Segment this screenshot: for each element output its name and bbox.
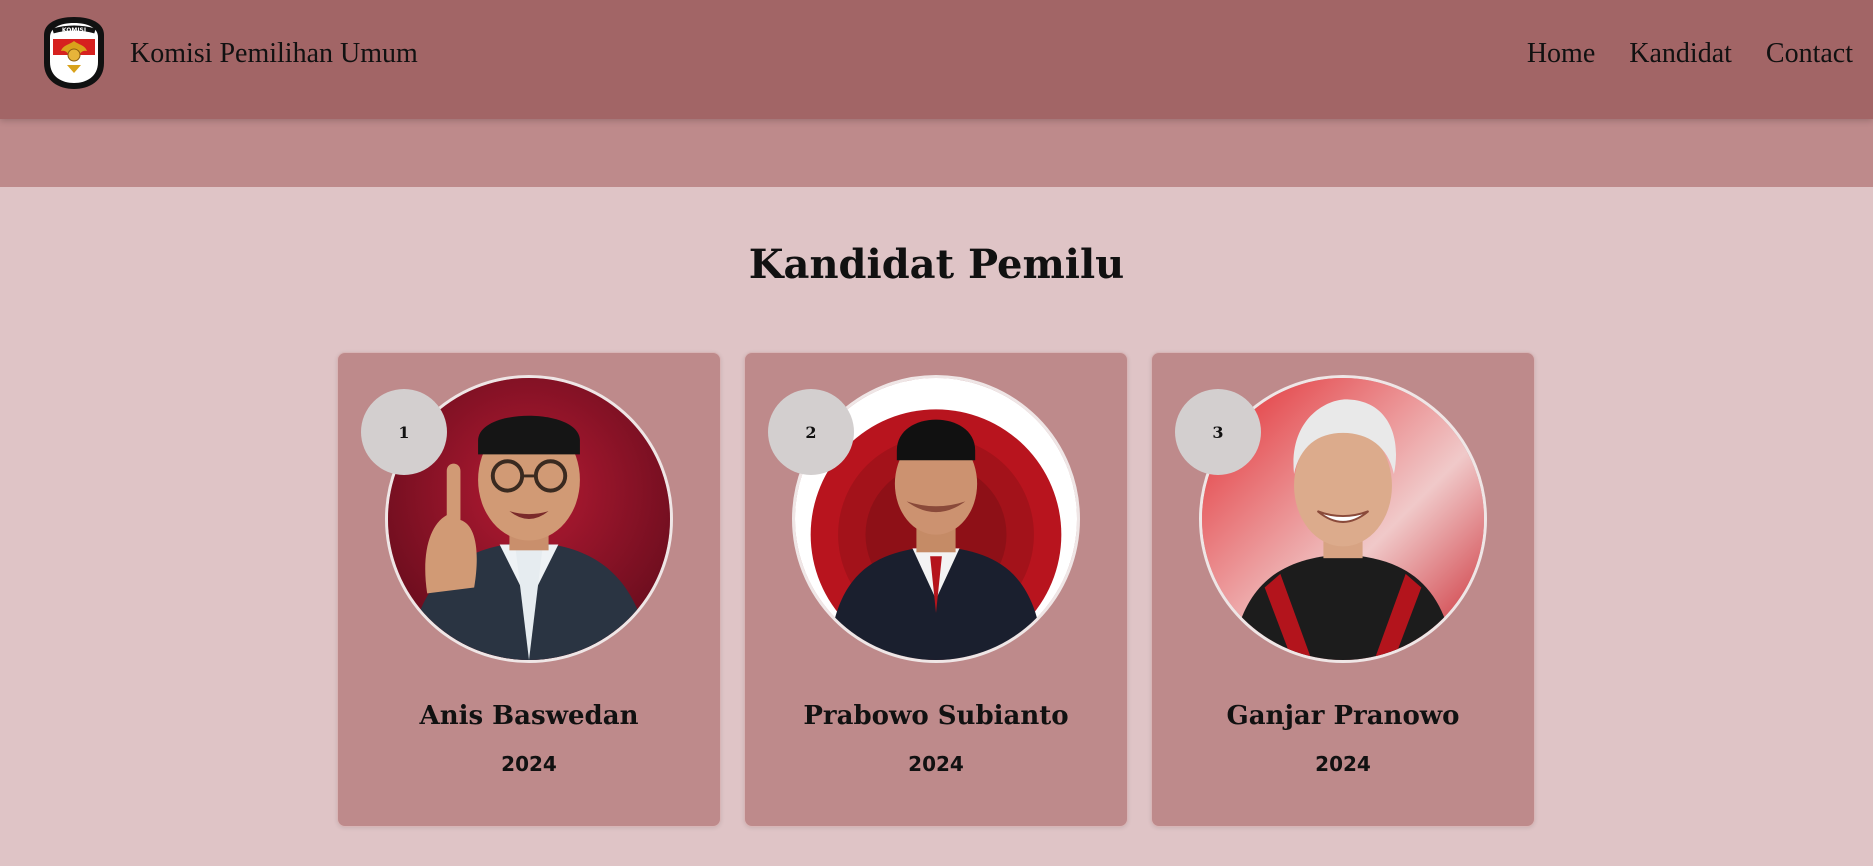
main-nav: Home Kandidat Contact bbox=[1527, 37, 1853, 71]
candidate-name: Ganjar Pranowo bbox=[1226, 701, 1460, 731]
nav-home-link[interactable]: Home bbox=[1527, 37, 1595, 71]
logo-top-text: KOMISI bbox=[62, 27, 86, 34]
nav-contact-link[interactable]: Contact bbox=[1766, 37, 1853, 71]
nav-kandidat-link[interactable]: Kandidat bbox=[1629, 37, 1732, 71]
candidate-card-1[interactable]: 1 Anis Baswedan 2024 bbox=[337, 352, 721, 827]
candidate-number-badge: 2 bbox=[768, 389, 854, 475]
brand-title[interactable]: Komisi Pemilihan Umum bbox=[130, 37, 418, 71]
candidate-year: 2024 bbox=[908, 752, 964, 776]
candidate-name: Anis Baswedan bbox=[419, 701, 639, 731]
hero-band bbox=[0, 119, 1873, 187]
candidate-name: Prabowo Subianto bbox=[803, 701, 1069, 731]
candidate-card-2[interactable]: 2 Prabowo Subianto 2024 bbox=[744, 352, 1128, 827]
page-title: Kandidat Pemilu bbox=[748, 241, 1125, 288]
navbar: KOMISI PEMILIHAN UMUM Komisi Pemilihan U… bbox=[0, 0, 1873, 119]
candidate-number-badge: 1 bbox=[361, 389, 447, 475]
candidate-card-3[interactable]: 3 Ganjar Pranowo 2024 bbox=[1151, 352, 1535, 827]
candidate-year: 2024 bbox=[1315, 752, 1371, 776]
candidate-year: 2024 bbox=[501, 752, 557, 776]
candidate-number-badge: 3 bbox=[1175, 389, 1261, 475]
kpu-logo[interactable]: KOMISI PEMILIHAN UMUM bbox=[41, 15, 107, 91]
kpu-logo-icon: KOMISI PEMILIHAN UMUM bbox=[44, 17, 104, 89]
